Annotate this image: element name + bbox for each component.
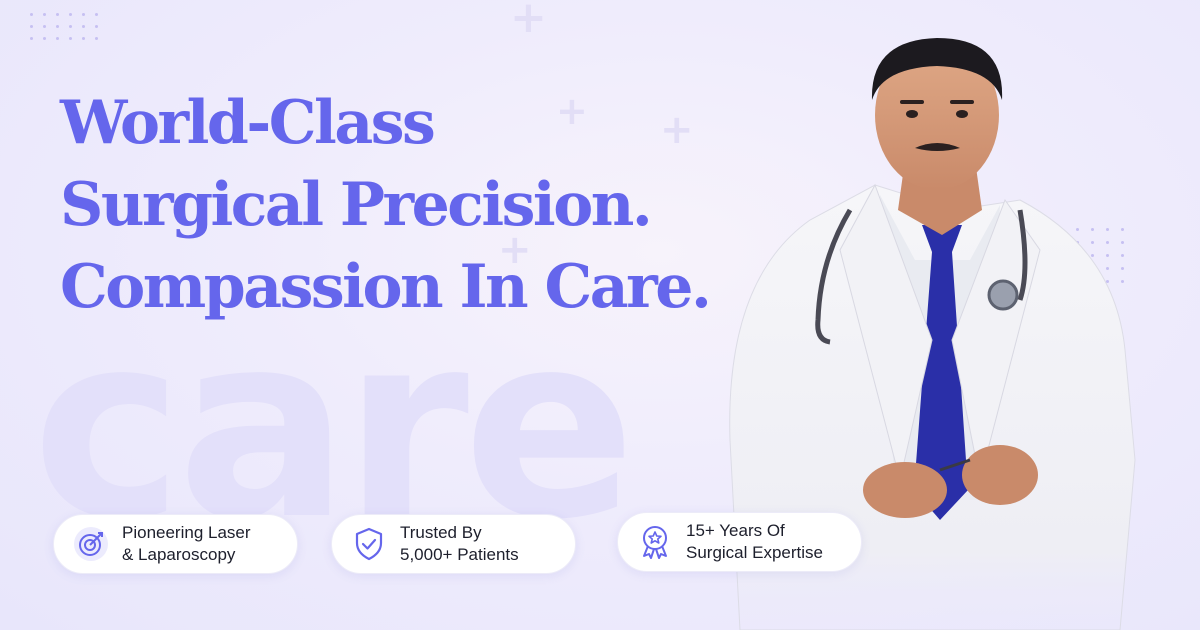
feature-line-2: & Laparoscopy — [122, 545, 236, 564]
feature-pill-trusted-patients: Trusted By 5,000+ Patients — [331, 514, 576, 574]
feature-line-1: Pioneering Laser — [122, 523, 251, 542]
feature-line-1: Trusted By — [400, 523, 482, 542]
target-icon — [74, 527, 108, 561]
decorative-cross-icon: + — [510, 0, 547, 43]
feature-line-2: Surgical Expertise — [686, 543, 824, 562]
hero-headline: World-Class Surgical Precision. Compassi… — [60, 82, 740, 328]
shield-check-icon — [355, 527, 383, 561]
feature-line-2: 5,000+ Patients — [400, 545, 519, 564]
headline-line-2: Surgical Precision. — [60, 170, 653, 240]
feature-line-1: 15+ Years Of — [686, 521, 785, 540]
decorative-dot-grid-top-left — [30, 13, 98, 40]
feature-pill-laser-laparoscopy: Pioneering Laser & Laparoscopy — [53, 514, 298, 574]
headline-line-3: Compassion In Care. — [60, 252, 712, 322]
feature-pill-years-expertise: 15+ Years Of Surgical Expertise — [617, 512, 862, 572]
headline-line-1: World-Class — [60, 88, 436, 158]
award-badge-icon — [643, 526, 667, 559]
